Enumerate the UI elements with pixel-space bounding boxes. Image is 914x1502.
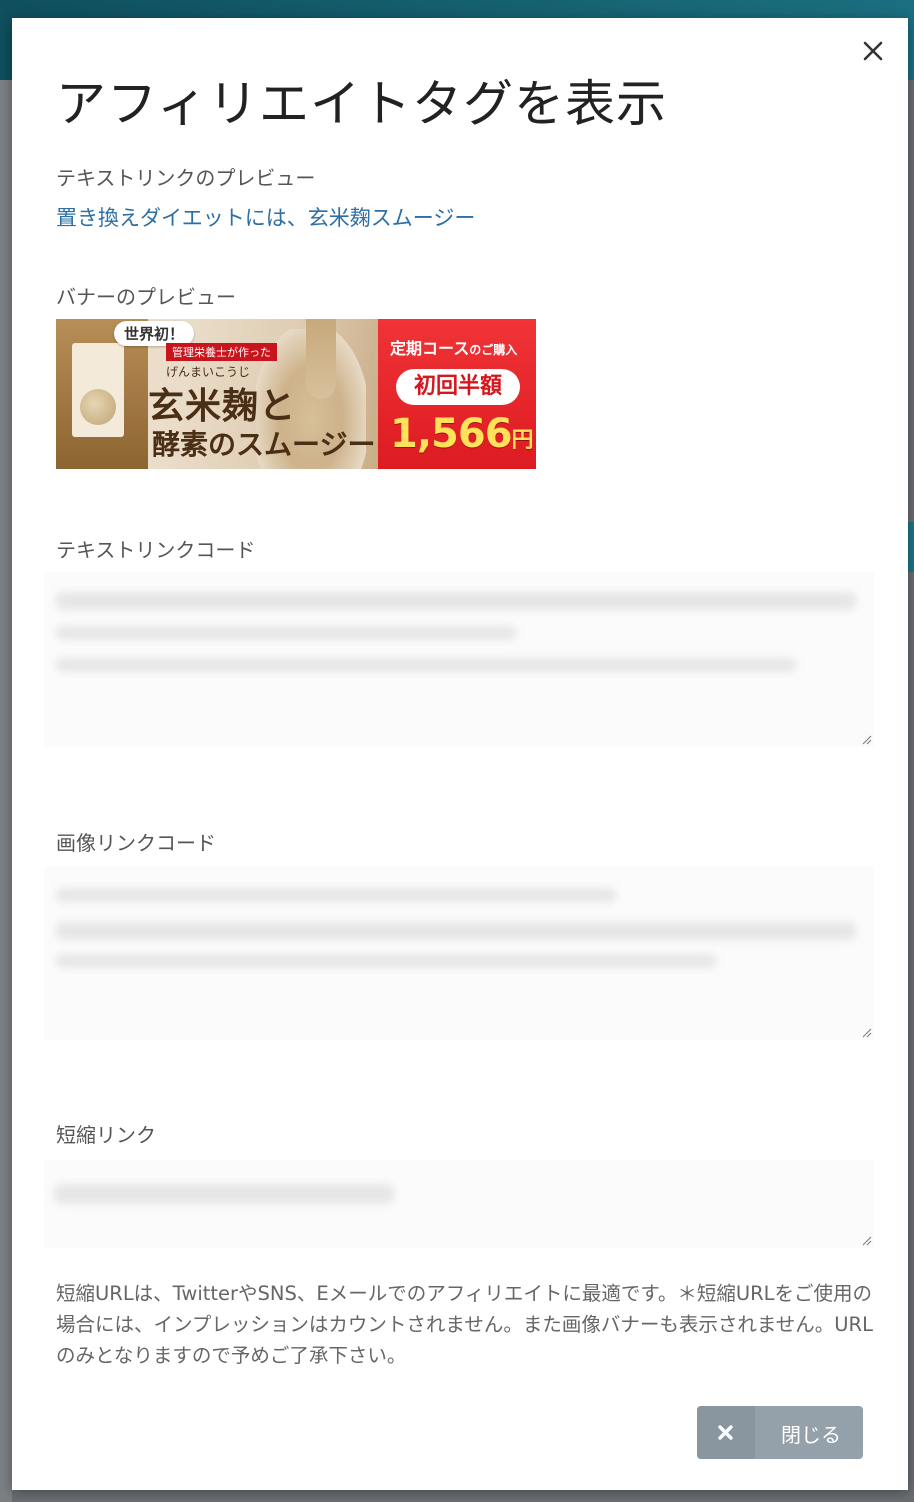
smoothie-pour-image xyxy=(306,319,336,399)
banner-offer-panel: 定期コースのご購入 初回半額 1,566円 xyxy=(378,319,536,469)
banner-maker: 管理栄養士が作った xyxy=(166,343,277,361)
text-preview-label: テキストリンクのプレビュー xyxy=(56,166,316,190)
banner-first-half: 初回半額 xyxy=(396,369,520,405)
resize-grip-icon[interactable] xyxy=(860,1234,872,1246)
banner-price: 1,566円 xyxy=(390,411,534,457)
banner-course: 定期コースのご購入 xyxy=(390,339,518,358)
short-link-textarea[interactable] xyxy=(44,1160,874,1248)
resize-grip-icon[interactable] xyxy=(860,733,872,745)
close-button[interactable]: 閉じる xyxy=(697,1406,863,1459)
text-link-code-textarea[interactable] xyxy=(44,572,874,747)
banner-product-line2: 酵素のスムージー xyxy=(152,428,376,461)
close-button-label: 閉じる xyxy=(781,1423,841,1447)
banner-preview-label: バナーのプレビュー xyxy=(56,285,236,309)
affiliate-tag-modal: アフィリエイトタグを表示 テキストリンクのプレビュー 置き換えダイエットには、玄… xyxy=(12,18,908,1490)
resize-grip-icon[interactable] xyxy=(860,1026,872,1038)
x-icon xyxy=(717,1424,734,1441)
banner-product-line1: 玄米麹と xyxy=(148,386,297,427)
modal-title: アフィリエイトタグを表示 xyxy=(56,75,667,133)
close-icon[interactable] xyxy=(860,38,886,64)
short-link-label: 短縮リンク xyxy=(56,1123,156,1147)
image-link-code-label: 画像リンクコード xyxy=(56,831,216,855)
text-link-code-label: テキストリンクコード xyxy=(56,538,256,562)
banner-preview-image[interactable]: 世界初！ 管理栄養士が作った げんまいこうじ 玄米麹と 酵素のスムージー 定期コ… xyxy=(56,319,536,469)
text-preview-link[interactable]: 置き換えダイエットには、玄米麹スムージー xyxy=(56,202,475,232)
image-link-code-textarea[interactable] xyxy=(44,866,874,1040)
background-sidebar xyxy=(0,80,12,1502)
short-url-note: 短縮URLは、TwitterやSNS、Eメールでのアフィリエイトに最適です。＊短… xyxy=(56,1282,873,1367)
